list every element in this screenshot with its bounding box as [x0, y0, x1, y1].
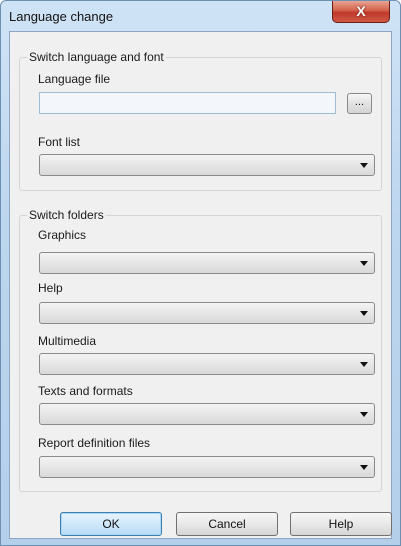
chevron-down-icon	[360, 465, 368, 470]
group-title-language: Switch language and font	[27, 50, 166, 64]
group-title-folders: Switch folders	[27, 208, 106, 222]
help-folder-dropdown[interactable]	[39, 302, 375, 324]
dialog-window: Language change X Switch language and fo…	[0, 0, 401, 546]
texts-and-formats-folder-dropdown[interactable]	[39, 403, 375, 425]
ellipsis-icon: ...	[354, 96, 365, 108]
texts-and-formats-label: Texts and formats	[38, 384, 133, 398]
chevron-down-icon	[360, 261, 368, 266]
window-title: Language change	[9, 9, 114, 24]
browse-language-file-button[interactable]: ...	[347, 93, 372, 114]
dialog-client-area: Switch language and font Language file .…	[9, 31, 392, 539]
help-folder-label: Help	[38, 281, 63, 295]
multimedia-label: Multimedia	[38, 334, 97, 348]
language-file-input[interactable]	[39, 92, 336, 114]
close-icon: X	[356, 3, 366, 19]
report-definition-files-folder-dropdown[interactable]	[39, 456, 375, 478]
close-button[interactable]: X	[332, 1, 390, 23]
font-list-dropdown[interactable]	[39, 154, 375, 176]
ok-button[interactable]: OK	[60, 512, 162, 536]
multimedia-folder-dropdown[interactable]	[39, 353, 375, 375]
cancel-button[interactable]: Cancel	[176, 512, 278, 536]
language-file-label: Language file	[38, 72, 111, 86]
graphics-folder-dropdown[interactable]	[39, 252, 375, 274]
chevron-down-icon	[360, 362, 368, 367]
chevron-down-icon	[360, 163, 368, 168]
title-bar[interactable]: Language change X	[1, 1, 400, 31]
font-list-label: Font list	[38, 135, 81, 149]
graphics-label: Graphics	[38, 228, 87, 242]
help-button[interactable]: Help	[290, 512, 392, 536]
report-definition-files-label: Report definition files	[38, 436, 151, 450]
chevron-down-icon	[360, 311, 368, 316]
chevron-down-icon	[360, 412, 368, 417]
